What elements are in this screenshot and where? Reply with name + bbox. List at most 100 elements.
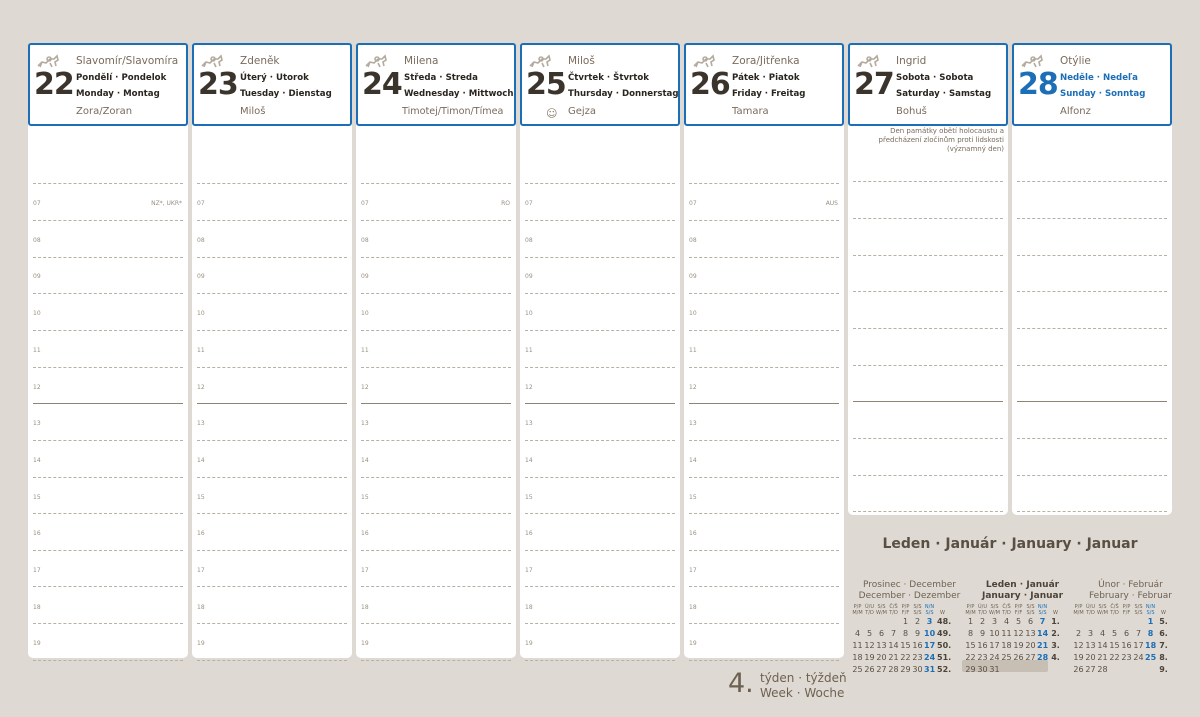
day-column[interactable]: Ingrid 27 Sobota · Sobota Saturday · Samsta… <box>848 43 1008 515</box>
week-row: 22 23 24 25 26 27 28 4. <box>965 652 1080 664</box>
day-cell: 28 <box>1097 665 1108 674</box>
writing-line <box>1017 218 1167 219</box>
day-column[interactable]: Miloš 25 Čtvrtek · Štvrtok Thursday · Donne… <box>520 43 680 661</box>
writing-line <box>853 328 1003 329</box>
writing-line <box>853 511 1003 512</box>
writing-line <box>525 257 675 258</box>
hour-label: 18 <box>525 603 533 611</box>
hour-label: 17 <box>525 567 533 574</box>
hour-label: 08 <box>197 236 205 244</box>
day-column[interactable]: Zora/Jitřenka 26 Pátek · Piatok Friday · Fr… <box>684 43 844 661</box>
weekday-header: W <box>1161 610 1166 616</box>
day-column[interactable]: Zdeněk 23 Úterý · Utorok Tuesday · Dienstag… <box>192 43 352 661</box>
hour-label: 19 <box>689 640 697 648</box>
writing-line <box>689 367 839 368</box>
day-cell: 26 <box>864 665 875 674</box>
week-label-en: Week · Woche <box>760 686 845 700</box>
hour-label: 17 <box>197 567 205 574</box>
day-column[interactable]: Otýlie 28 Neděle · Nedeľa Sunday · Sonntag A… <box>1012 43 1172 515</box>
weekday-header: S/S S/S <box>1134 604 1143 616</box>
hour-label: 13 <box>361 420 369 428</box>
weekday-header: Č/Š T/D <box>889 604 898 616</box>
hour-label: 11 <box>689 346 697 354</box>
hour-label: 10 <box>197 310 205 318</box>
writing-line <box>853 401 1003 402</box>
writing-line <box>525 330 675 331</box>
name-day: Zdeněk <box>240 55 280 67</box>
weekday-header: P/P F/F <box>1014 604 1023 616</box>
writing-line <box>525 660 675 661</box>
writing-line <box>1017 181 1167 182</box>
week-row: 1 2 3 48. <box>852 616 967 628</box>
day-cell: 16 <box>977 641 988 650</box>
writing-line <box>197 220 347 221</box>
day-cell: 20 <box>1085 653 1096 662</box>
week-number-cell: 51. <box>937 653 952 662</box>
weekday-header: Ú/U T/D <box>864 604 874 616</box>
day-cell: 7 <box>1135 629 1142 638</box>
writing-line <box>197 440 347 441</box>
day-cell: 19 <box>1013 641 1024 650</box>
writing-line <box>1017 401 1167 402</box>
hour-label: 14 <box>689 456 697 464</box>
weekday-header: S/S W/M <box>876 604 887 616</box>
writing-line <box>1017 438 1167 439</box>
weekday-cz-sk: Neděle · Nedeľa <box>1060 73 1138 83</box>
writing-line <box>689 586 839 587</box>
hour-label: 19 <box>197 640 205 648</box>
hour-label: 08 <box>525 236 533 244</box>
day-header: Ingrid 27 Sobota · Sobota Saturday · Samsta… <box>848 43 1008 126</box>
holiday-note: Den památky obětí holocaustu a předcháze… <box>878 127 1004 153</box>
day-cell: 8 <box>902 629 909 638</box>
weekday-header: P/P F/F <box>1122 604 1131 616</box>
mini-calendar: Leden · Január January · Januar P/P M/M Ú/U T… <box>965 580 1080 676</box>
writing-line <box>853 475 1003 476</box>
name-day: Miloš <box>568 55 595 67</box>
hour-label: 11 <box>33 346 41 354</box>
weekday-header: Ú/U T/D <box>1085 604 1095 616</box>
writing-line <box>197 367 347 368</box>
day-cell: 9 <box>979 629 986 638</box>
day-header: Milena 24 Středa · Streda Wednesday · Mittw… <box>356 43 516 126</box>
day-cell: 15 <box>900 641 911 650</box>
hour-label: 09 <box>33 273 41 281</box>
writing-line <box>33 586 183 587</box>
writing-line <box>525 367 675 368</box>
day-cell: 21 <box>888 653 899 662</box>
day-cell: 29 <box>965 665 976 674</box>
writing-line <box>1017 255 1167 256</box>
weekday-header: N/N S/S <box>1037 604 1048 616</box>
hour-label: 15 <box>197 493 205 501</box>
hour-label: 12 <box>197 383 205 391</box>
weekday-header: Č/Š T/D <box>1002 604 1011 616</box>
writing-line <box>689 220 839 221</box>
writing-line <box>361 440 511 441</box>
day-header: Miloš 25 Čtvrtek · Štvrtok Thursday · Donne… <box>520 43 680 126</box>
hour-label: 07 <box>197 200 205 207</box>
hour-label: 10 <box>525 310 533 318</box>
writing-line <box>197 183 347 184</box>
day-cell: 4 <box>854 629 861 638</box>
writing-line <box>361 257 511 258</box>
hour-label: 15 <box>33 493 41 501</box>
day-cell: 5 <box>866 629 873 638</box>
day-number: 26 <box>690 67 731 102</box>
writing-line <box>689 257 839 258</box>
mini-calendar-title-en: January · Januar <box>981 591 1064 601</box>
writing-line <box>689 330 839 331</box>
writing-line <box>197 293 347 294</box>
hour-label: 12 <box>361 383 369 391</box>
holiday-country-code: RO <box>501 200 510 207</box>
weekday-header: S/S W/M <box>1097 604 1108 616</box>
day-cell: 24 <box>1133 653 1144 662</box>
writing-line <box>33 550 183 551</box>
hour-label: 15 <box>525 493 533 501</box>
week-number-cell: 9. <box>1159 665 1168 674</box>
day-cell: 8 <box>967 629 974 638</box>
day-cell: 12 <box>864 641 875 650</box>
day-column[interactable]: Slavomír/Slavomíra 22 Pondělí · Pondelok Mo… <box>28 43 188 661</box>
writing-line <box>361 403 511 404</box>
name-day-sk: Gejza <box>568 106 597 117</box>
hour-label: 19 <box>33 640 41 648</box>
day-column[interactable]: Milena 24 Středa · Streda Wednesday · Mittw… <box>356 43 516 661</box>
